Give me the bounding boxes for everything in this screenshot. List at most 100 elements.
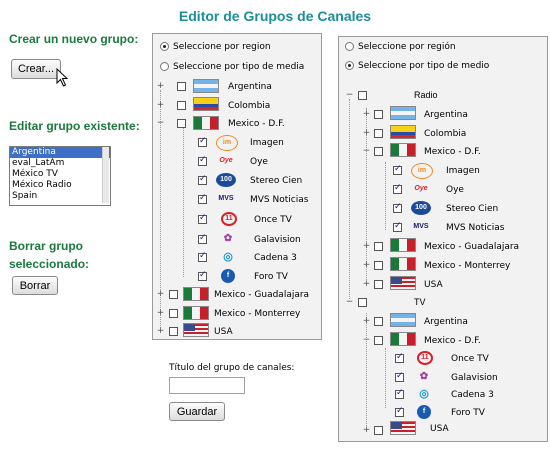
checkbox[interactable] <box>374 242 383 251</box>
galavision-logo-icon: ✿ <box>223 233 233 244</box>
colombia-flag-icon <box>390 125 416 139</box>
mexico-flag-icon <box>390 257 416 271</box>
group-listbox[interactable]: Argentina eval_LatAm México TV México Ra… <box>9 146 111 206</box>
mexico-flag-icon <box>193 116 219 130</box>
cadena-3-logo-icon: ◎ <box>223 251 233 263</box>
imagen-logo-icon: im <box>216 135 238 151</box>
delete-button[interactable]: Borrar <box>12 276 58 295</box>
checkbox[interactable] <box>177 119 186 128</box>
tree-item-label: Cadena 3 <box>254 253 297 263</box>
checkbox[interactable] <box>374 147 383 156</box>
collapse-icon[interactable]: − <box>156 119 165 128</box>
checkbox[interactable] <box>374 426 383 435</box>
radio-select-region[interactable] <box>345 42 354 51</box>
mexico-flag-icon <box>390 238 416 252</box>
tree-item-label: MVS Noticias <box>250 195 309 205</box>
tree-item-label: Mexico - D.F. <box>424 147 481 157</box>
checkbox[interactable] <box>198 136 207 147</box>
checkbox[interactable] <box>198 270 207 281</box>
collapse-icon[interactable]: − <box>362 147 371 156</box>
expand-icon[interactable]: + <box>156 327 165 336</box>
checkbox[interactable] <box>198 233 207 244</box>
radio-media-label: Seleccione por tipo de medio <box>358 61 490 71</box>
checkbox[interactable] <box>395 352 404 363</box>
mvs-noticias-logo-icon: MVS <box>413 223 429 230</box>
checkbox[interactable] <box>393 183 402 194</box>
tree-item-label: Cadena 3 <box>451 390 494 400</box>
checkbox[interactable] <box>395 371 404 382</box>
list-item[interactable]: México Radio <box>10 180 110 191</box>
group-title-input[interactable] <box>169 377 245 394</box>
checkbox[interactable] <box>198 251 207 262</box>
expand-icon[interactable]: + <box>362 110 371 119</box>
checkbox[interactable] <box>395 406 404 417</box>
checkbox[interactable] <box>374 317 383 326</box>
mouse-cursor-icon <box>56 68 69 87</box>
checkbox[interactable] <box>374 280 383 289</box>
tree-item-label: Stereo Cien <box>250 176 303 186</box>
list-item[interactable]: México TV <box>10 169 110 180</box>
collapse-icon[interactable]: − <box>362 336 371 345</box>
checkbox[interactable] <box>198 193 207 204</box>
checkbox[interactable] <box>374 129 383 138</box>
expand-icon[interactable]: + <box>362 261 371 270</box>
delete-group-title-line1: Borrar grupo <box>9 239 84 253</box>
media-tree-panel <box>338 36 548 442</box>
radio-select-media[interactable] <box>160 62 169 71</box>
list-item[interactable]: Spain <box>10 191 110 202</box>
mvs-noticias-logo-icon: MVS <box>218 195 234 202</box>
checkbox[interactable] <box>198 174 207 185</box>
checkbox[interactable] <box>177 101 186 110</box>
tree-item-label: Foro TV <box>451 408 485 418</box>
expand-icon[interactable]: + <box>362 129 371 138</box>
checkbox[interactable] <box>395 388 404 399</box>
stereo-cien-logo-icon: 100 <box>216 173 236 187</box>
tree-item-label: Mexico - Guadalajara <box>424 242 520 252</box>
galavision-logo-icon: ✿ <box>419 371 429 382</box>
expand-icon[interactable]: + <box>362 426 371 435</box>
checkbox[interactable] <box>169 309 178 318</box>
expand-icon[interactable]: + <box>156 82 165 91</box>
radio-region-label: Seleccione por region <box>173 42 271 52</box>
checkbox[interactable] <box>393 221 402 232</box>
checkbox[interactable] <box>169 290 178 299</box>
checkbox[interactable] <box>393 202 402 213</box>
checkbox[interactable] <box>374 110 383 119</box>
mexico-flag-icon <box>390 332 416 346</box>
tree-item-label: Colombia <box>228 101 271 111</box>
save-button[interactable]: Guardar <box>169 402 225 421</box>
expand-icon[interactable]: + <box>156 309 165 318</box>
checkbox[interactable] <box>358 91 367 100</box>
tree-item-label: Stereo Cien <box>446 204 499 214</box>
expand-icon[interactable]: + <box>362 317 371 326</box>
listbox-scrollbar[interactable] <box>102 147 109 203</box>
oye-logo-icon: Oye <box>219 157 233 164</box>
group-title-label: Título del grupo de canales: <box>169 363 295 373</box>
expand-icon[interactable]: + <box>156 101 165 110</box>
tree-item-label: Mexico - Monterrey <box>424 261 511 271</box>
foro-tv-logo-icon: f <box>221 269 235 283</box>
list-item[interactable]: eval_LatAm <box>10 158 110 169</box>
checkbox[interactable] <box>198 155 207 166</box>
checkbox[interactable] <box>177 82 186 91</box>
checkbox[interactable] <box>169 327 178 336</box>
tree-item-label: Imagen <box>250 138 284 148</box>
expand-icon[interactable]: + <box>156 290 165 299</box>
checkbox[interactable] <box>358 298 367 307</box>
checkbox[interactable] <box>393 164 402 175</box>
radio-select-region[interactable] <box>160 42 169 51</box>
cadena-3-logo-icon: ◎ <box>419 388 429 400</box>
expand-icon[interactable]: + <box>362 280 371 289</box>
collapse-icon[interactable]: − <box>345 91 354 100</box>
checkbox[interactable] <box>198 213 207 224</box>
list-item[interactable]: Argentina <box>10 147 110 158</box>
checkbox[interactable] <box>374 261 383 270</box>
radio-select-media[interactable] <box>345 61 354 70</box>
tree-item-label: Oye <box>250 157 268 167</box>
tree-item-label: Imagen <box>446 166 480 176</box>
checkbox[interactable] <box>374 336 383 345</box>
expand-icon[interactable]: + <box>362 242 371 251</box>
foro-tv-logo-icon: f <box>417 405 431 419</box>
collapse-icon[interactable]: − <box>345 298 354 307</box>
create-button[interactable]: Crear... <box>11 59 61 79</box>
